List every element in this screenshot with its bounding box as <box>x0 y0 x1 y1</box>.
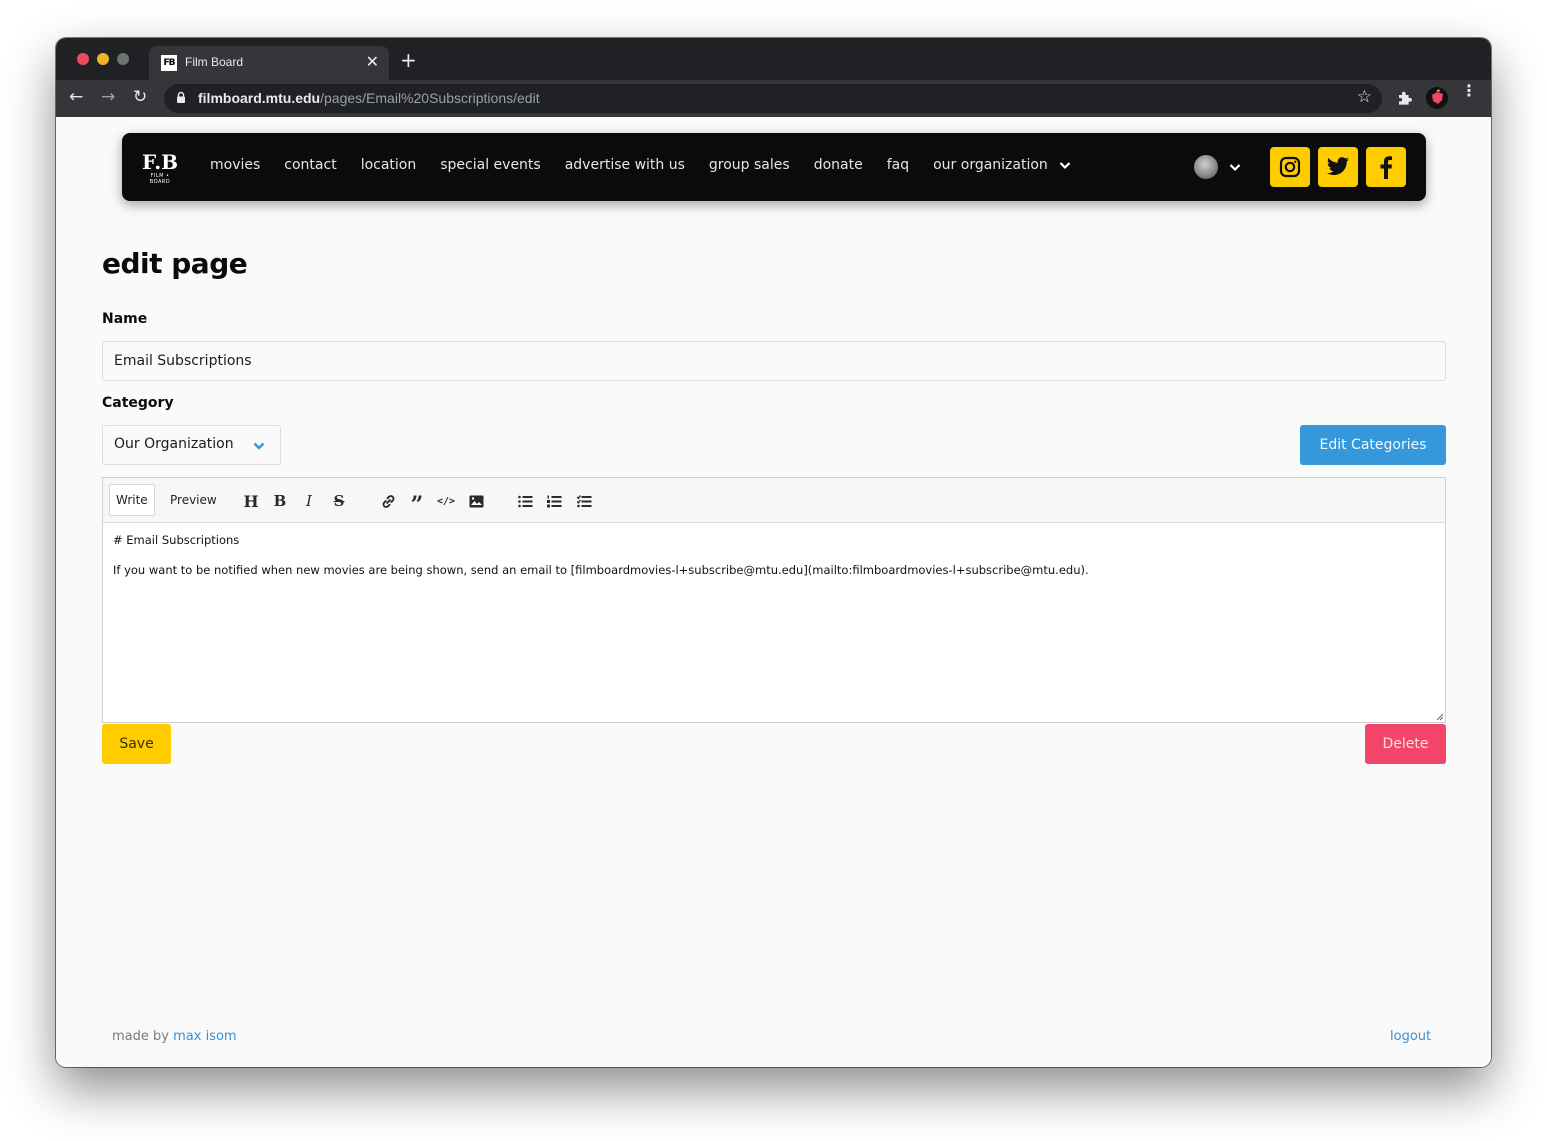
tab-write[interactable]: Write <box>109 484 155 516</box>
profile-avatar-icon[interactable] <box>1426 87 1448 109</box>
chevron-down-icon <box>253 442 265 450</box>
editor-line: # Email Subscriptions <box>113 533 240 547</box>
checked-list-icon[interactable] <box>574 491 594 511</box>
nav-link-group-sales[interactable]: group sales <box>709 157 790 173</box>
facebook-icon <box>1380 156 1392 179</box>
bold-icon[interactable]: B <box>270 491 290 511</box>
browser-menu-icon[interactable]: ⋮ <box>1461 83 1477 99</box>
film-board-logo[interactable]: F.B FILM • BOARD <box>142 151 178 185</box>
image-icon[interactable] <box>466 491 486 511</box>
web-page: F.B FILM • BOARD movies contact location… <box>56 117 1491 1067</box>
nav-links: movies contact location special events a… <box>210 157 1072 173</box>
close-window-button[interactable] <box>77 53 89 65</box>
author-link[interactable]: max isom <box>173 1029 236 1044</box>
nav-dropdown-label: our organization <box>933 157 1048 173</box>
url-text[interactable]: filmboard.mtu.edu/pages/Email%20Subscrip… <box>198 90 540 106</box>
save-button[interactable]: Save <box>102 724 171 764</box>
maximize-window-button[interactable] <box>117 53 129 65</box>
nav-link-special-events[interactable]: special events <box>440 157 540 173</box>
ordered-list-icon[interactable] <box>544 491 564 511</box>
footer-credit: made by max isom <box>112 1029 237 1044</box>
twitter-icon <box>1327 157 1349 176</box>
browser-tab[interactable]: FB Film Board ✕ <box>149 46 389 80</box>
delete-button[interactable]: Delete <box>1365 724 1446 764</box>
nav-link-faq[interactable]: faq <box>887 157 909 173</box>
page-title: edit page <box>102 247 248 280</box>
nav-dropdown-our-organization[interactable]: our organization <box>933 157 1072 173</box>
site-navbar: F.B FILM • BOARD movies contact location… <box>122 133 1426 201</box>
tab-preview[interactable]: Preview <box>164 484 223 516</box>
address-bar[interactable]: filmboard.mtu.edu/pages/Email%20Subscrip… <box>164 84 1382 113</box>
nav-link-movies[interactable]: movies <box>210 157 260 173</box>
code-icon[interactable]: </> <box>436 491 456 511</box>
instagram-button[interactable] <box>1270 147 1310 187</box>
logout-link[interactable]: logout <box>1390 1029 1431 1044</box>
favicon-icon: FB <box>161 55 177 71</box>
name-input[interactable] <box>102 341 1446 381</box>
name-label: Name <box>102 311 148 327</box>
twitter-button[interactable] <box>1318 147 1358 187</box>
chevron-down-icon <box>1059 162 1071 170</box>
nav-link-contact[interactable]: contact <box>284 157 336 173</box>
italic-icon[interactable]: I <box>299 491 319 511</box>
tab-strip: FB Film Board ✕ + <box>56 38 1491 80</box>
tab-title: Film Board <box>185 55 244 69</box>
browser-toolbar: ← → ↻ filmboard.mtu.edu/pages/Email%20Su… <box>56 80 1491 117</box>
minimize-window-button[interactable] <box>97 53 109 65</box>
user-avatar[interactable] <box>1194 155 1218 179</box>
facebook-button[interactable] <box>1366 147 1406 187</box>
back-icon[interactable]: ← <box>69 87 83 107</box>
extensions-puzzle-icon[interactable] <box>1396 89 1414 107</box>
quote-icon[interactable]: ” <box>407 491 427 516</box>
link-icon[interactable] <box>378 491 398 511</box>
unordered-list-icon[interactable] <box>515 491 535 511</box>
category-label: Category <box>102 395 174 411</box>
browser-window: FB Film Board ✕ + ← → ↻ filmboard.mtu.ed… <box>56 38 1491 1067</box>
forward-icon[interactable]: → <box>101 87 115 107</box>
editor-toolbar: Write Preview H B I S ” </> <box>103 478 1445 523</box>
nav-link-location[interactable]: location <box>361 157 417 173</box>
strikethrough-icon[interactable]: S <box>329 491 349 511</box>
header-icon[interactable]: H <box>241 491 261 511</box>
markdown-editor: Write Preview H B I S ” </> # Email Subs… <box>102 477 1446 723</box>
bookmark-star-icon[interactable]: ☆ <box>1357 87 1372 107</box>
nav-link-donate[interactable]: donate <box>814 157 863 173</box>
editor-line: If you want to be notified when new movi… <box>113 563 1089 577</box>
made-by-text: made by <box>112 1029 169 1044</box>
user-menu-chevron-icon[interactable] <box>1228 160 1242 174</box>
instagram-icon <box>1279 156 1301 178</box>
nav-link-advertise[interactable]: advertise with us <box>565 157 685 173</box>
close-tab-icon[interactable]: ✕ <box>366 52 379 71</box>
editor-textarea[interactable]: # Email Subscriptions If you want to be … <box>103 523 1445 603</box>
lock-icon <box>177 91 185 103</box>
category-select[interactable]: Our Organization <box>102 425 281 465</box>
edit-categories-button[interactable]: Edit Categories <box>1300 425 1446 465</box>
reload-icon[interactable]: ↻ <box>133 87 147 107</box>
resize-handle-icon[interactable] <box>1436 713 1444 721</box>
new-tab-button[interactable]: + <box>400 48 417 72</box>
category-selected-value: Our Organization <box>114 436 234 452</box>
